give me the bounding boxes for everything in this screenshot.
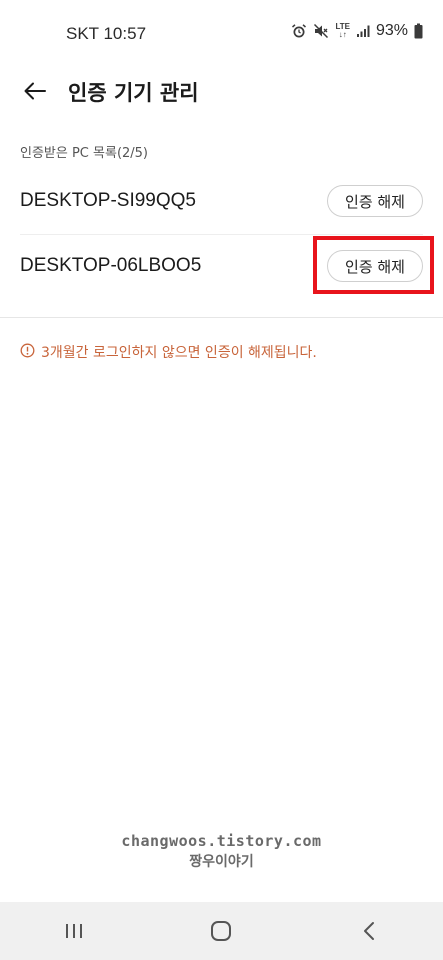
status-carrier-time: SKT 10:57	[66, 24, 147, 43]
home-icon	[211, 921, 232, 941]
section-divider	[0, 317, 443, 318]
device-name: DESKTOP-06LBOO5	[20, 255, 202, 276]
status-bar: SKT 10:57 LTE ↓↑ 93%	[0, 0, 443, 68]
device-name: DESKTOP-SI99QQ5	[20, 190, 196, 211]
watermark: changwoos.tistory.com 짱우이야기	[0, 832, 443, 871]
battery-percent: 93%	[375, 22, 408, 39]
signal-icon	[356, 24, 370, 38]
back-button[interactable]	[18, 76, 52, 106]
home-button[interactable]	[191, 911, 251, 951]
info-icon	[20, 343, 35, 362]
nav-bar	[0, 902, 443, 960]
back-icon	[364, 922, 375, 940]
data-arrows-icon: ↓↑	[338, 30, 347, 39]
page-title: 인증 기기 관리	[68, 81, 199, 105]
status-icons: LTE ↓↑ 93%	[291, 22, 423, 40]
arrow-left-icon	[24, 82, 46, 100]
mute-icon	[313, 23, 329, 39]
revoke-auth-button[interactable]: 인증 해제	[327, 185, 423, 217]
section-label: 인증받은 PC 목록(2/5)	[20, 146, 149, 161]
watermark-name: 짱우이야기	[189, 854, 254, 870]
watermark-url: changwoos.tistory.com	[121, 832, 322, 850]
recent-apps-button[interactable]	[44, 911, 104, 951]
device-row: DESKTOP-SI99QQ5 인증 해제	[20, 168, 423, 234]
nav-back-button[interactable]	[339, 911, 399, 951]
notice: 3개월간 로그인하지 않으면 인증이 해제됩니다.	[20, 342, 317, 362]
lte-icon: LTE ↓↑	[335, 23, 350, 39]
recent-apps-icon	[65, 924, 82, 938]
alarm-icon	[291, 23, 307, 39]
revoke-auth-button[interactable]: 인증 해제	[327, 250, 423, 282]
notice-text: 3개월간 로그인하지 않으면 인증이 해제됩니다.	[41, 345, 317, 361]
battery-icon	[414, 23, 423, 39]
device-row: DESKTOP-06LBOO5 인증 해제	[20, 233, 423, 299]
app-header: 인증 기기 관리	[0, 68, 443, 114]
